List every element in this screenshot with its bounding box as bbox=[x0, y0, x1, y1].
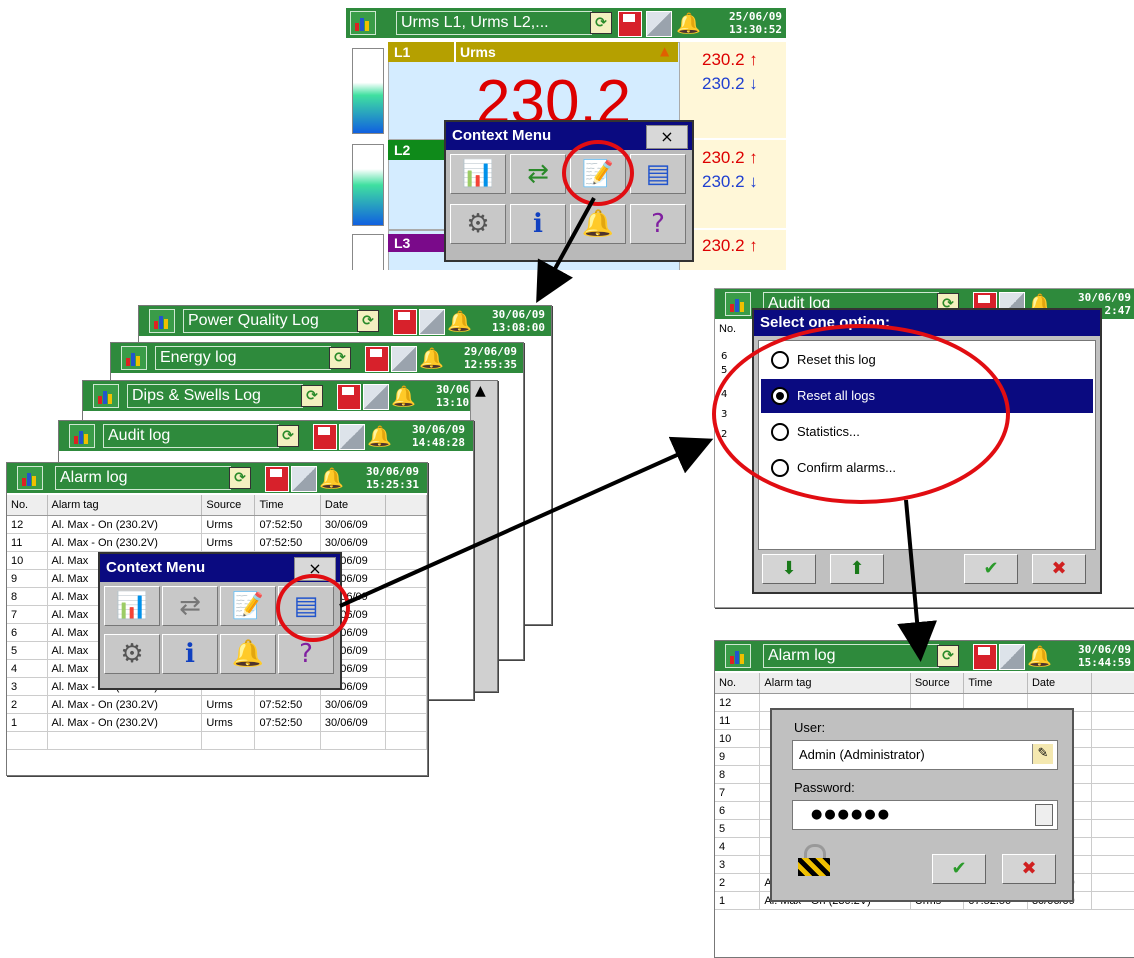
arrow-to-options bbox=[339, 436, 714, 608]
arrow-to-login bbox=[897, 499, 938, 662]
arrow-to-stack bbox=[536, 197, 596, 304]
flow-arrows bbox=[339, 197, 938, 662]
